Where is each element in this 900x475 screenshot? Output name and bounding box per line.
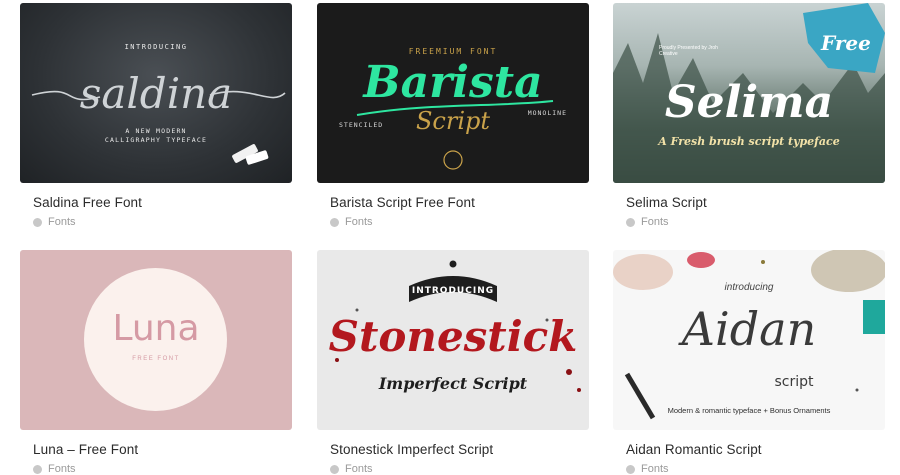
thumbnail-barista[interactable]: FREEMIUM FONT Barista STENCILED MONOLINE…: [317, 3, 589, 183]
card-title[interactable]: Stonestick Imperfect Script: [330, 442, 589, 457]
thumb-tagline: A Fresh brush script typeface: [658, 135, 840, 148]
card-title[interactable]: Selima Script: [626, 195, 885, 210]
thumb-intro: INTRODUCING: [411, 286, 495, 296]
category-label[interactable]: Fonts: [641, 216, 669, 228]
category-label[interactable]: Fonts: [641, 463, 669, 475]
thumb-tagline: Modern & romantic typeface + Bonus Ornam…: [667, 406, 831, 415]
card-luna[interactable]: Luna FREE FONT Luna – Free Font Fonts: [20, 250, 292, 475]
category-label[interactable]: Fonts: [48, 216, 76, 228]
card-stonestick[interactable]: INTRODUCING Stonestick Imperfect Script …: [317, 250, 589, 475]
card-selima[interactable]: Free Proudly Presented by Jroh Creative …: [613, 3, 885, 228]
category-dot-icon: [33, 464, 42, 474]
font-grid: INTRODUCING saldina A NEW MODERN CALLIGR…: [0, 0, 900, 475]
card-category[interactable]: Fonts: [626, 463, 885, 475]
card-category[interactable]: Fonts: [33, 463, 292, 475]
card-category[interactable]: Fonts: [330, 216, 589, 228]
free-badge: Free: [821, 31, 871, 55]
card-title[interactable]: Barista Script Free Font: [330, 195, 589, 210]
card-aidan[interactable]: introducing Aidan script Modern & romant…: [613, 250, 885, 475]
category-dot-icon: [626, 464, 635, 474]
card-category[interactable]: Fonts: [33, 216, 292, 228]
thumb-name: saldina: [79, 69, 233, 118]
thumb-sub: script: [774, 374, 814, 390]
thumb-intro: introducing: [724, 282, 774, 293]
card-saldina[interactable]: INTRODUCING saldina A NEW MODERN CALLIGR…: [20, 3, 292, 228]
category-label[interactable]: Fonts: [345, 216, 373, 228]
card-barista[interactable]: FREEMIUM FONT Barista STENCILED MONOLINE…: [317, 3, 589, 228]
card-category[interactable]: Fonts: [330, 463, 589, 475]
thumbnail-aidan[interactable]: introducing Aidan script Modern & romant…: [613, 250, 885, 430]
category-dot-icon: [330, 464, 339, 474]
card-title[interactable]: Aidan Romantic Script: [626, 442, 885, 457]
card-title[interactable]: Luna – Free Font: [33, 442, 292, 457]
card-title[interactable]: Saldina Free Font: [33, 195, 292, 210]
category-dot-icon: [626, 217, 635, 227]
thumbnail-stonestick[interactable]: INTRODUCING Stonestick Imperfect Script: [317, 250, 589, 430]
category-label[interactable]: Fonts: [345, 463, 373, 475]
thumb-sub: FREE FONT: [132, 356, 180, 362]
thumbnail-selima[interactable]: Free Proudly Presented by Jroh Creative …: [613, 3, 885, 183]
thumb-name: Aidan: [681, 302, 817, 356]
thumbnail-saldina[interactable]: INTRODUCING saldina A NEW MODERN CALLIGR…: [20, 3, 292, 183]
thumbnail-luna[interactable]: Luna FREE FONT: [20, 250, 292, 430]
thumb-sub: Imperfect Script: [378, 374, 528, 393]
category-dot-icon: [330, 217, 339, 227]
underline-swash: [356, 100, 554, 170]
card-category[interactable]: Fonts: [626, 216, 885, 228]
thumb-sub: Script: [415, 107, 491, 135]
thumb-name: Selima: [664, 77, 834, 128]
category-label[interactable]: Fonts: [48, 463, 76, 475]
thumb-name: Luna: [112, 308, 200, 349]
thumb-name: Stonestick: [328, 312, 578, 361]
thumb-tagline-2: CALLIGRAPHY TYPEFACE: [104, 136, 208, 144]
thumb-tagline-1: A NEW MODERN: [125, 127, 187, 135]
thumb-credit: Proudly Presented by Jroh Creative: [659, 45, 718, 57]
category-dot-icon: [33, 217, 42, 227]
